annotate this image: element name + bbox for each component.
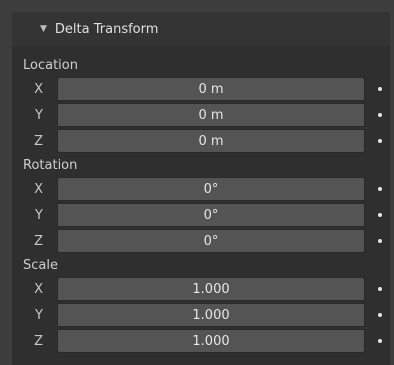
rotation-x-row: X 0°	[12, 176, 390, 202]
axis-label: X	[34, 281, 43, 297]
axis-label: Z	[34, 233, 43, 249]
location-z-field[interactable]: 0 m	[57, 129, 365, 153]
keyframe-dot-icon[interactable]	[378, 187, 382, 191]
keyframe-dot-icon[interactable]	[378, 213, 382, 217]
scale-group: Scale X 1.000 Y 1.000 Z 1.000	[12, 256, 390, 354]
scale-z-row: Z 1.000	[12, 328, 390, 354]
rotation-x-field[interactable]: 0°	[57, 177, 365, 201]
rotation-group: Rotation X 0° Y 0° Z 0°	[12, 156, 390, 254]
location-group: Location X 0 m Y 0 m Z 0 m	[12, 56, 390, 154]
location-y-row: Y 0 m	[12, 102, 390, 128]
keyframe-dot-icon[interactable]	[378, 239, 382, 243]
delta-transform-panel-header[interactable]: ▼ Delta Transform	[12, 12, 390, 46]
keyframe-dot-icon[interactable]	[378, 339, 382, 343]
properties-editor: ▼ Delta Transform Location X 0 m Y 0 m Z…	[0, 12, 394, 365]
axis-label: X	[34, 181, 43, 197]
location-x-row: X 0 m	[12, 76, 390, 102]
axis-label: Y	[35, 207, 43, 223]
scale-y-field[interactable]: 1.000	[57, 303, 365, 327]
delta-transform-panel-body: Location X 0 m Y 0 m Z 0 m Rotation X 0°…	[12, 46, 390, 365]
scale-label: Scale	[23, 258, 58, 273]
rotation-z-field[interactable]: 0°	[57, 229, 365, 253]
axis-label: Z	[34, 133, 43, 149]
axis-label: Y	[35, 107, 43, 123]
axis-label: Y	[35, 307, 43, 323]
keyframe-dot-icon[interactable]	[378, 87, 382, 91]
keyframe-dot-icon[interactable]	[378, 139, 382, 143]
location-label: Location	[23, 58, 78, 73]
scale-x-field[interactable]: 1.000	[57, 277, 365, 301]
rotation-label: Rotation	[23, 158, 78, 173]
location-x-field[interactable]: 0 m	[57, 77, 365, 101]
rotation-y-row: Y 0°	[12, 202, 390, 228]
axis-label: X	[34, 81, 43, 97]
keyframe-dot-icon[interactable]	[378, 287, 382, 291]
rotation-y-field[interactable]: 0°	[57, 203, 365, 227]
scale-x-row: X 1.000	[12, 276, 390, 302]
scale-y-row: Y 1.000	[12, 302, 390, 328]
keyframe-dot-icon[interactable]	[378, 313, 382, 317]
location-z-row: Z 0 m	[12, 128, 390, 154]
location-y-field[interactable]: 0 m	[57, 103, 365, 127]
rotation-z-row: Z 0°	[12, 228, 390, 254]
triangle-down-icon[interactable]: ▼	[40, 24, 47, 34]
keyframe-dot-icon[interactable]	[378, 113, 382, 117]
panel-title: Delta Transform	[54, 21, 159, 37]
scale-z-field[interactable]: 1.000	[57, 329, 365, 353]
axis-label: Z	[34, 333, 43, 349]
